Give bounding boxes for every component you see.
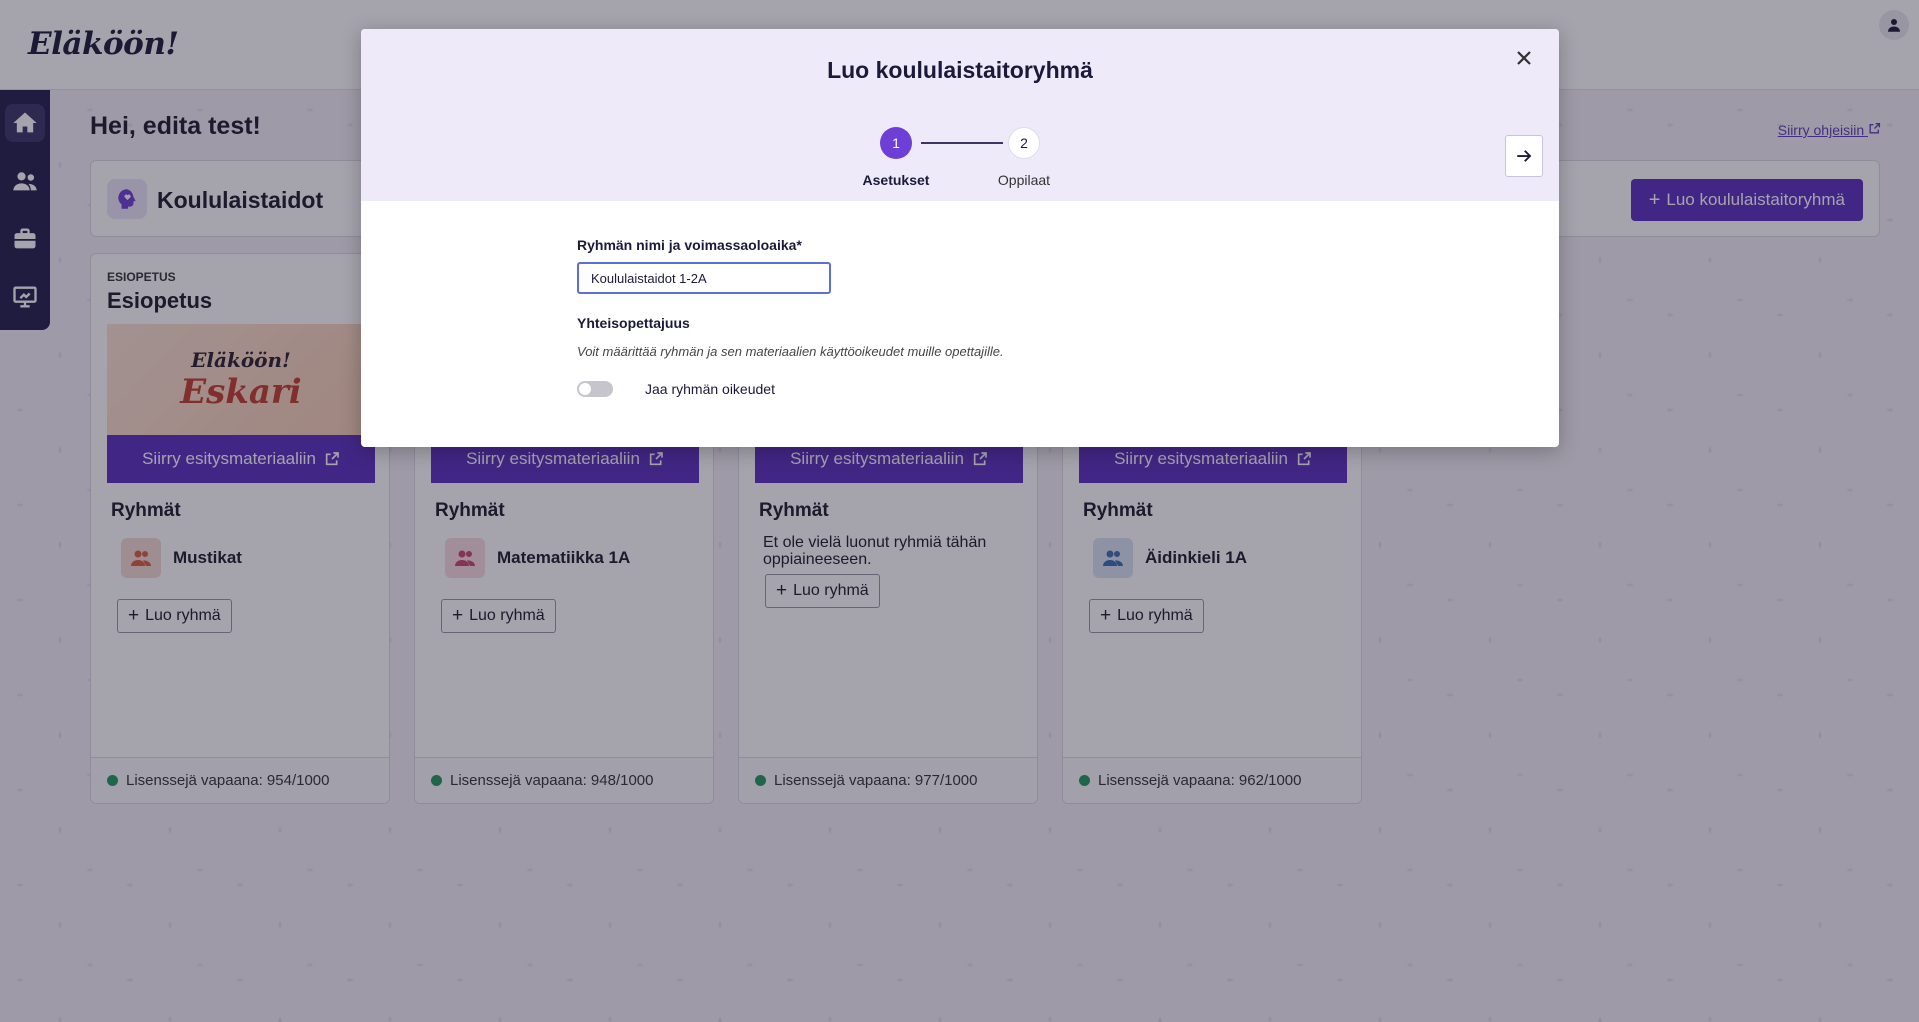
dialog-header: Luo koululaistaitoryhmä 1 Asetukset 2 Op…	[361, 29, 1559, 201]
step-label: Asetukset	[862, 172, 930, 188]
group-name-label: Ryhmän nimi ja voimassaoloaika*	[577, 237, 802, 253]
step-students[interactable]: 2 Oppilaat	[964, 127, 1084, 188]
close-icon	[1517, 51, 1531, 65]
step-number: 1	[880, 127, 912, 159]
create-group-dialog: Luo koululaistaitoryhmä 1 Asetukset 2 Op…	[361, 29, 1559, 447]
step-number: 2	[1008, 127, 1040, 159]
step-settings[interactable]: 1 Asetukset	[836, 127, 956, 188]
share-rights-toggle[interactable]	[577, 381, 613, 397]
close-dialog-button[interactable]	[1509, 43, 1539, 73]
arrow-right-icon	[1517, 150, 1532, 162]
next-step-button[interactable]	[1505, 135, 1543, 177]
step-label: Oppilaat	[997, 172, 1051, 188]
coteaching-heading: Yhteisopettajuus	[577, 315, 690, 331]
coteaching-description: Voit määrittää ryhmän ja sen materiaalie…	[577, 344, 1004, 359]
toggle-knob	[579, 383, 591, 395]
share-rights-label: Jaa ryhmän oikeudet	[645, 381, 775, 397]
group-name-input[interactable]	[577, 262, 831, 294]
dialog-title: Luo koululaistaitoryhmä	[827, 57, 1093, 83]
